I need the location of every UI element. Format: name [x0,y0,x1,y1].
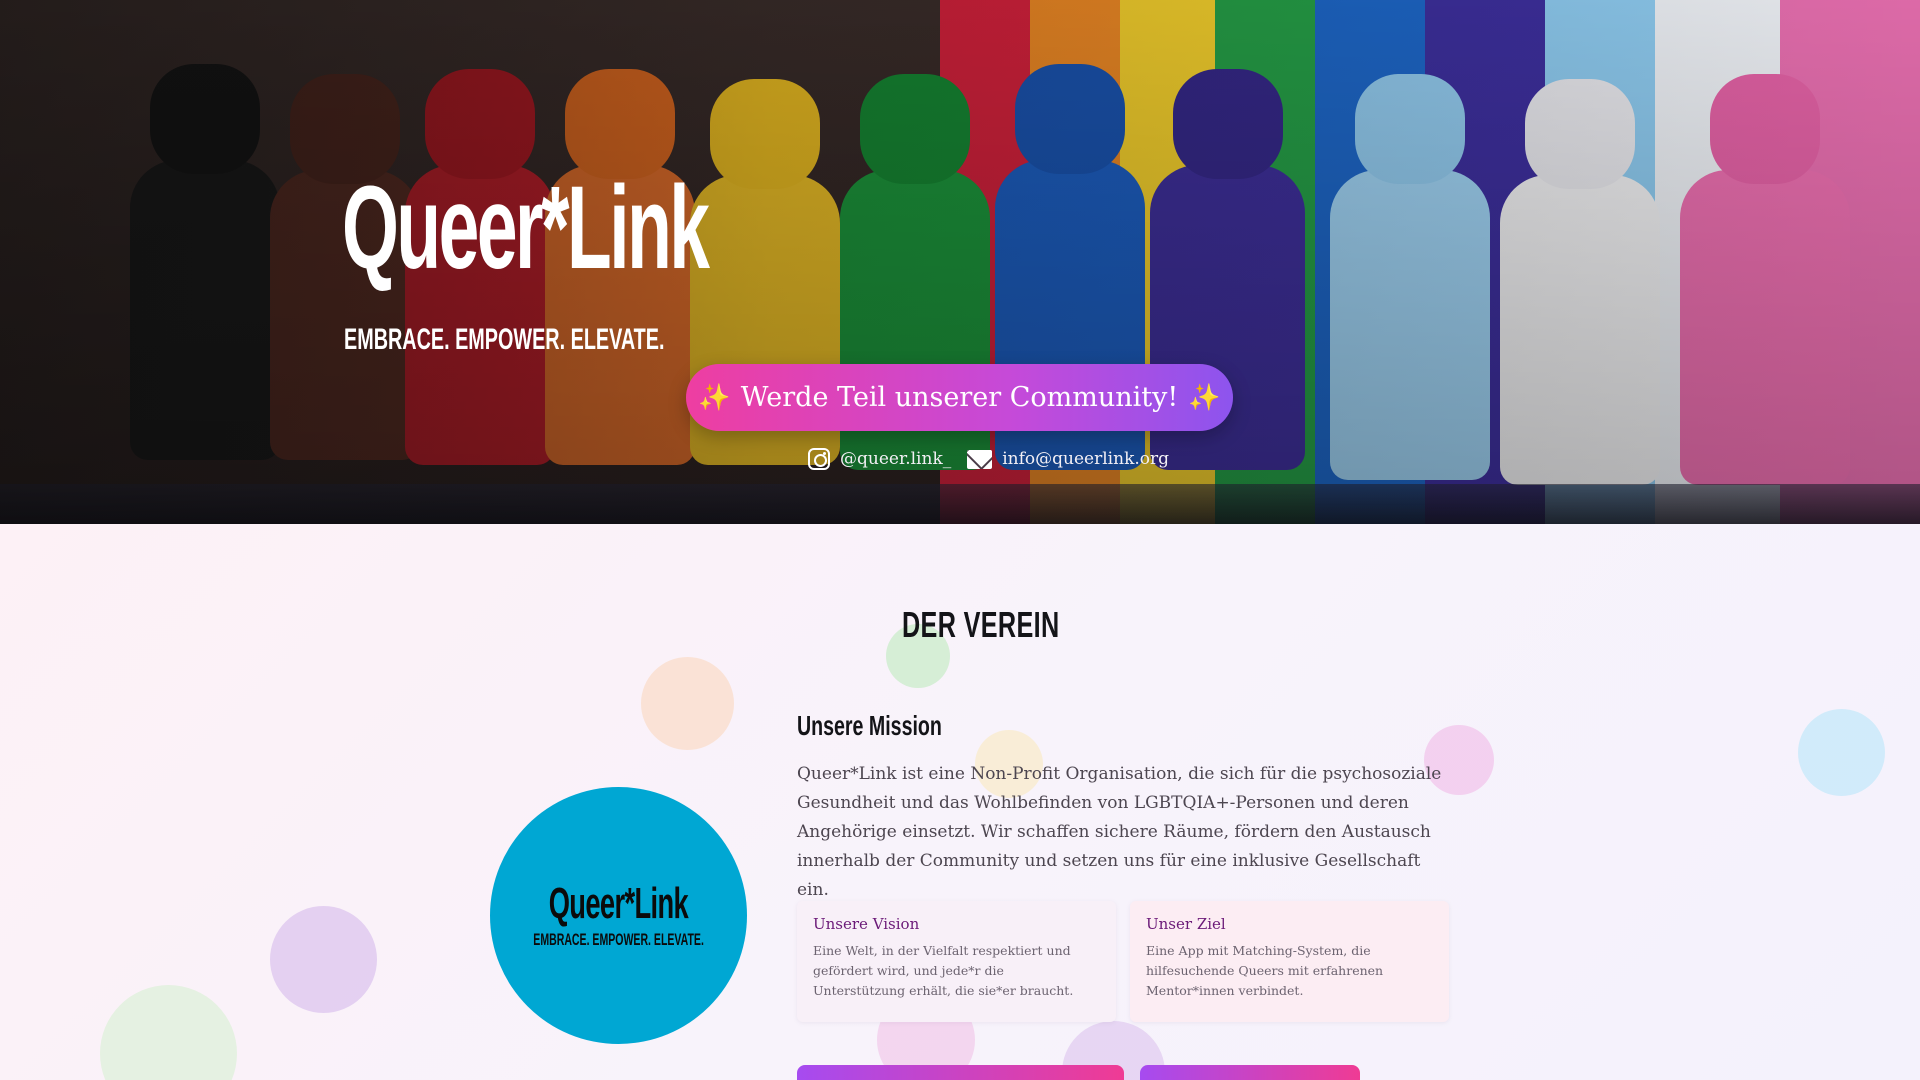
email-address: info@queerlink.org [1002,449,1170,469]
instagram-handle: @queer.link_ [840,449,952,469]
sparkle-icon: ✨ [1188,382,1221,413]
decor-bubble [270,906,377,1013]
hero-title: Queer*Link [342,162,710,294]
logo-tagline: EMBRACE. EMPOWER. ELEVATE. [533,929,704,949]
join-community-button[interactable]: ✨ Werde Teil unserer Community! ✨ [686,364,1233,431]
sparkle-icon: ✨ [698,382,731,413]
logo-name: Queer*Link [548,878,689,928]
queerlink-logo: Queer*Link EMBRACE. EMPOWER. ELEVATE. [490,787,747,1044]
envelope-icon [967,449,993,469]
goal-card-text: Eine App mit Matching-System, die hilfes… [1146,943,1384,998]
about-section: DER VEREIN Queer*Link EMBRACE. EMPOWER. … [0,524,1920,1080]
action-button-partial[interactable] [797,1065,1124,1080]
action-button-partial[interactable] [1140,1065,1360,1080]
vision-card: Unsere Vision Eine Welt, in der Vielfalt… [797,901,1116,1022]
mission-title: Unsere Mission [797,710,942,741]
email-link[interactable]: info@queerlink.org [967,449,1169,469]
instagram-link[interactable]: @queer.link_ [808,448,951,470]
goal-card-title: Unser Ziel [1146,915,1226,933]
vision-card-title: Unsere Vision [813,915,920,933]
decor-bubble [1798,709,1885,796]
contact-links: @queer.link_ info@queerlink.org [808,448,1169,470]
goal-card: Unser Ziel Eine App mit Matching-System,… [1130,901,1449,1022]
decor-bubble [641,657,734,750]
instagram-icon [808,448,830,470]
decor-bubble [100,985,237,1080]
section-title: DER VEREIN [902,604,1060,645]
hero-section: Queer*Link EMBRACE. EMPOWER. ELEVATE. ✨ … [0,0,1920,524]
join-community-label: Werde Teil unserer Community! [740,382,1179,413]
mission-text: Queer*Link ist eine Non-Profit Organisat… [797,764,1442,900]
vision-card-text: Eine Welt, in der Vielfalt respektiert u… [813,943,1074,998]
hero-tagline: EMBRACE. EMPOWER. ELEVATE. [344,323,665,356]
hero-overlay [0,0,1920,524]
